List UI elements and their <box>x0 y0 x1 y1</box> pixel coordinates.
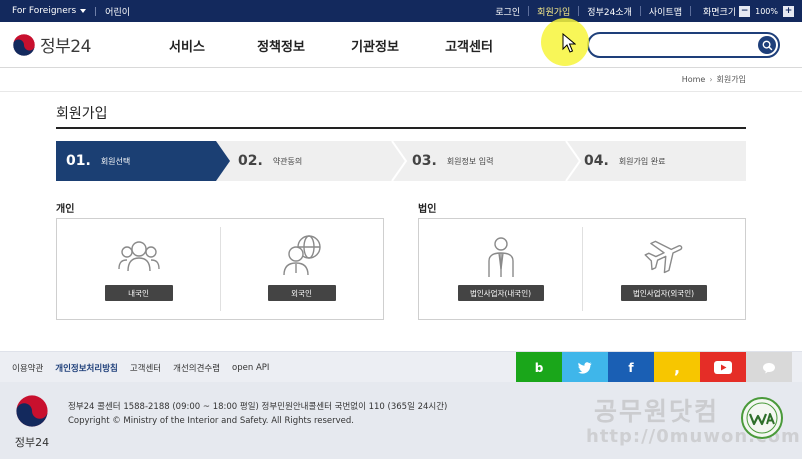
logo-text: 정부24 <box>40 37 91 57</box>
top-utility-bar: For Foreigners 어린이 로그인 회원가입 정부24소개 사이트맵 … <box>0 0 802 22</box>
divider <box>95 6 97 16</box>
web-accessibility-mark-icon <box>741 397 783 439</box>
domestic-button[interactable]: 내국인 <box>104 285 173 301</box>
zoom-label: 화면크기 <box>703 7 737 18</box>
kids-link[interactable]: 어린이 <box>105 5 130 18</box>
footer-link-privacy[interactable]: 개인정보처리방침 <box>55 362 118 374</box>
corporate-foreign-button[interactable]: 법인사업자(외국인) <box>620 285 707 301</box>
topbar-right: 로그인 회원가입 정부24소개 사이트맵 화면크기 − 100% + <box>487 0 794 22</box>
step-label: 회원가입 완료 <box>618 156 666 166</box>
about-link[interactable]: 정부24소개 <box>579 0 640 22</box>
blog-icon: b <box>534 360 544 375</box>
step-label: 회원정보 입력 <box>446 156 494 166</box>
twitter-button[interactable] <box>562 352 608 383</box>
step-number: 02. <box>238 153 263 169</box>
footer-links: 이용약관 개인정보처리방침 고객센터 개선의견수렴 open API <box>12 352 269 383</box>
watermark-text: 공무원닷컴 <box>594 397 720 426</box>
main-navigation: 서비스 정책정보 기관정보 고객센터 <box>140 22 516 68</box>
page-title: 회원가입 <box>56 106 108 122</box>
step-number: 04. <box>584 153 609 169</box>
divider <box>690 6 691 16</box>
footer-link-customer-center[interactable]: 고객센터 <box>130 362 161 374</box>
people-group-icon <box>117 241 160 272</box>
corporate-section-title: 법인 <box>418 204 437 215</box>
personal-member-box: 내국인 외국인 <box>56 218 384 320</box>
zoom-control: 화면크기 − 100% + <box>697 5 794 18</box>
step-label: 약관동의 <box>272 156 303 166</box>
site-header: 정부24 서비스 정책정보 기관정보 고객센터 <box>0 22 802 68</box>
topbar-left: For Foreigners 어린이 <box>12 0 130 22</box>
login-link[interactable]: 로그인 <box>487 0 528 22</box>
taegeuk-logo-icon <box>16 395 48 427</box>
step-4: 04. 회원가입 완료 <box>584 141 666 181</box>
youtube-play-icon <box>714 361 732 374</box>
sitemap-link[interactable]: 사이트맵 <box>641 0 690 22</box>
facebook-icon: f <box>628 360 634 375</box>
caret-down-icon <box>80 9 87 13</box>
foreigner-member-option[interactable]: 외국인 <box>220 219 383 319</box>
kakao-story-icon: , <box>673 358 681 377</box>
corporate-domestic-option[interactable]: 법인사업자(내국인) <box>419 219 582 319</box>
chat-bubble-icon <box>763 362 775 373</box>
step-3: 03. 회원정보 입력 <box>412 141 494 181</box>
search-input[interactable] <box>599 37 749 53</box>
step-2: 02. 약관동의 <box>238 141 302 181</box>
kakao-button[interactable]: , <box>654 352 700 383</box>
step-1: 01. 회원선택 <box>56 141 228 181</box>
person-globe-icon <box>282 235 321 276</box>
footer-link-terms[interactable]: 이용약관 <box>12 362 43 374</box>
for-foreigners-dropdown[interactable]: For Foreigners <box>12 6 87 16</box>
search-button[interactable] <box>758 36 776 54</box>
airplane-icon <box>644 240 682 274</box>
step-label: 회원선택 <box>100 156 131 166</box>
zoom-in-button[interactable]: + <box>783 5 794 17</box>
twitter-bird-icon <box>578 361 592 374</box>
zoom-out-button[interactable]: − <box>739 5 751 17</box>
footer-navigation: 이용약관 개인정보처리방침 고객센터 개선의견수렴 open API b f , <box>0 351 802 383</box>
facebook-button[interactable]: f <box>608 352 654 383</box>
personal-section-title: 개인 <box>56 204 75 215</box>
footer-logo: 정부24 <box>12 394 52 450</box>
copyright: Copyright © Ministry of the Interior and… <box>68 416 354 426</box>
search-box <box>587 32 780 58</box>
title-underline <box>56 127 746 129</box>
businessman-icon <box>487 237 514 277</box>
nav-agency-info[interactable]: 기관정보 <box>328 36 422 55</box>
nav-policy-info[interactable]: 정책정보 <box>234 36 328 55</box>
footer-logo-text: 정부24 <box>14 436 50 449</box>
nav-services[interactable]: 서비스 <box>140 36 234 55</box>
breadcrumb: Home › 회원가입 <box>682 74 746 85</box>
youtube-button[interactable] <box>700 352 746 383</box>
mouse-pointer-icon <box>562 33 576 53</box>
footer-link-open-api[interactable]: open API <box>232 363 269 373</box>
for-foreigners-label: For Foreigners <box>12 6 77 16</box>
nav-customer-center[interactable]: 고객센터 <box>422 36 516 55</box>
step-number: 01. <box>66 153 91 169</box>
step-number: 03. <box>412 153 437 169</box>
signup-steps: 01. 회원선택 02. 약관동의 03. 회원정보 입력 04. 회원가입 완… <box>56 141 746 181</box>
foreigner-button[interactable]: 외국인 <box>267 285 336 301</box>
blog-button[interactable]: b <box>516 352 562 383</box>
search-icon <box>762 40 772 50</box>
chevron-right-icon: › <box>709 75 713 84</box>
callcenter-info: 정부24 콜센터 1588-2188 (09:00 ~ 18:00 평일) 정부… <box>68 402 448 412</box>
breadcrumb-current: 회원가입 <box>716 75 746 84</box>
corporate-domestic-button[interactable]: 법인사업자(내국인) <box>457 285 544 301</box>
talk-button[interactable] <box>746 352 792 383</box>
breadcrumb-home[interactable]: Home <box>682 75 706 84</box>
divider <box>0 91 802 92</box>
footer-link-feedback[interactable]: 개선의견수렴 <box>173 362 220 374</box>
taegeuk-logo-icon <box>12 33 36 56</box>
domestic-member-option[interactable]: 내국인 <box>57 219 220 319</box>
site-logo[interactable]: 정부24 <box>12 32 91 57</box>
zoom-value: 100% <box>755 6 778 16</box>
corporate-foreign-option[interactable]: 법인사업자(외국인) <box>582 219 745 319</box>
sns-links: b f , <box>516 352 792 383</box>
corporate-member-box: 법인사업자(내국인) 법인사업자(외국인) <box>418 218 746 320</box>
